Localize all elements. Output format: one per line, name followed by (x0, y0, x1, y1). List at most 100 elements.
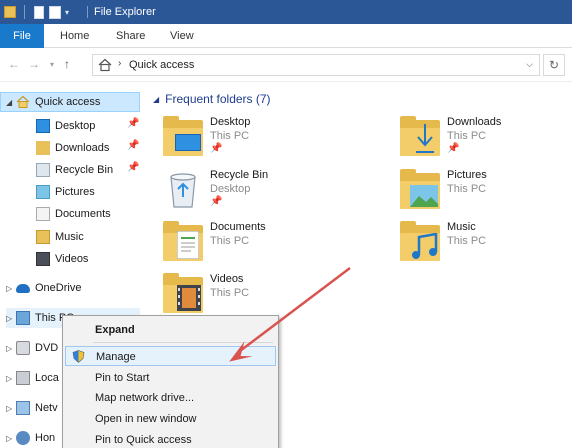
address-dropdown-icon[interactable]: ⌵ (526, 59, 533, 70)
folder-tile-music[interactable]: Music This PC (400, 219, 572, 267)
music-icon (36, 230, 50, 244)
up-arrow-icon[interactable]: ↑ (64, 57, 70, 71)
pin-icon: 📌 (447, 143, 460, 154)
folder-name: Desktop (210, 116, 251, 128)
navigation-bar: ← → ▾ ↑ › Quick access ⌵ ↻ (0, 48, 572, 82)
sidebar-item-network[interactable]: ▷ Netv (6, 398, 58, 418)
folder-name: Documents (210, 221, 266, 233)
sidebar-item-dvd[interactable]: ▷ DVD (6, 338, 58, 358)
collapse-chevron-icon[interactable]: ◢ (6, 98, 16, 107)
sidebar-item-label: Documents (55, 208, 111, 220)
sidebar-item-videos[interactable]: Videos (36, 249, 88, 269)
sidebar-item-desktop[interactable]: Desktop (36, 116, 95, 136)
expand-chevron-icon[interactable]: ▷ (6, 404, 16, 413)
sidebar-item-local-disk[interactable]: ▷ Loca (6, 368, 59, 388)
menu-item-manage[interactable]: Manage (65, 346, 276, 366)
documents-folder-icon (163, 221, 203, 261)
sidebar-item-pictures[interactable]: Pictures (36, 182, 95, 202)
folder-tile-desktop[interactable]: Desktop This PC 📌 (163, 114, 363, 162)
folder-tile-videos[interactable]: Videos This PC (163, 271, 363, 319)
folder-name: Pictures (447, 169, 487, 181)
downloads-icon (36, 141, 50, 155)
customize-quick-access-toolbar-icon[interactable]: ▾ (65, 6, 73, 19)
collapse-chevron-icon[interactable]: ◢ (153, 95, 159, 104)
breadcrumb[interactable]: Quick access (129, 59, 194, 71)
folder-tile-downloads[interactable]: Downloads This PC 📌 (400, 114, 572, 162)
menu-divider (93, 342, 273, 343)
tab-share[interactable]: Share (116, 24, 145, 48)
tab-file[interactable]: File (0, 24, 44, 48)
folder-name: Videos (210, 273, 244, 285)
new-document-icon[interactable] (34, 5, 44, 19)
expand-chevron-icon[interactable]: ▷ (6, 434, 16, 443)
title-bar: ▾ File Explorer (0, 0, 572, 24)
properties-icon[interactable] (49, 5, 61, 19)
sidebar-item-quick-access[interactable]: ◢ Quick access (0, 92, 140, 112)
menu-item-expand[interactable]: Expand (65, 320, 276, 340)
folder-name: Downloads (447, 116, 502, 128)
expand-chevron-icon[interactable]: ▷ (6, 344, 16, 353)
context-menu: Expand Manage Pin to Start Map network d… (62, 315, 279, 448)
ribbon-tabs: File Home Share View (0, 24, 572, 48)
uac-shield-icon (72, 350, 85, 363)
network-icon (16, 401, 30, 415)
sidebar-item-label: Videos (55, 253, 89, 265)
sidebar-item-label: Loca (35, 372, 59, 384)
pin-icon: 📌 (127, 118, 140, 129)
sidebar-item-recycle-bin[interactable]: Recycle Bin (36, 160, 113, 180)
section-title: Frequent folders (7) (165, 92, 271, 106)
pin-icon: 📌 (127, 140, 140, 151)
desktop-folder-icon (163, 116, 203, 156)
onedrive-cloud-icon (16, 283, 30, 293)
expand-chevron-icon[interactable]: ▷ (6, 374, 16, 383)
downloads-folder-icon (400, 116, 440, 156)
menu-item-map-network-drive[interactable]: Map network drive... (65, 388, 276, 408)
documents-icon (36, 207, 50, 221)
sidebar-item-documents[interactable]: Documents (36, 204, 111, 224)
expand-chevron-icon[interactable]: ▷ (6, 284, 16, 293)
tab-home[interactable]: Home (60, 24, 89, 48)
sidebar-item-label: Pictures (55, 186, 95, 198)
back-arrow-icon[interactable]: ← (8, 57, 20, 71)
menu-item-pin-to-quick-access[interactable]: Pin to Quick access (65, 430, 276, 448)
tab-view[interactable]: View (170, 24, 194, 48)
folder-location: This PC (210, 235, 250, 247)
recycle-bin-icon (170, 173, 196, 208)
sidebar-item-music[interactable]: Music (36, 227, 84, 247)
address-bar[interactable]: › Quick access ⌵ (92, 54, 540, 76)
titlebar-separator (24, 5, 25, 19)
breadcrumb-chevron-icon[interactable]: › (118, 58, 121, 69)
pin-icon: 📌 (127, 162, 140, 173)
folder-location: Desktop (210, 183, 251, 195)
sidebar-item-downloads[interactable]: Downloads (36, 138, 109, 158)
sidebar-item-label: Recycle Bin (55, 164, 114, 176)
pictures-folder-icon (400, 169, 440, 209)
folder-tile-documents[interactable]: Documents This PC (163, 219, 363, 267)
folder-name: Recycle Bin (210, 169, 269, 181)
folder-location: This PC (210, 287, 250, 299)
sidebar-item-homegroup[interactable]: ▷ Hon (6, 428, 55, 448)
expand-chevron-icon[interactable]: ▷ (6, 314, 16, 323)
pin-icon: 📌 (210, 196, 223, 207)
homegroup-icon (16, 431, 30, 445)
sidebar-item-label: Netv (35, 402, 58, 414)
sidebar-item-onedrive[interactable]: ▷ OneDrive (6, 278, 81, 298)
folder-location: This PC (447, 183, 487, 195)
folder-name: Music (447, 221, 476, 233)
home-icon (98, 58, 112, 72)
sidebar-item-label: Quick access (35, 96, 101, 108)
recent-locations-icon[interactable]: ▾ (50, 60, 54, 69)
forward-arrow-icon[interactable]: → (28, 57, 40, 71)
pictures-icon (36, 185, 50, 199)
recycle-bin-icon (36, 163, 50, 177)
sidebar-item-label: Hon (35, 432, 56, 444)
refresh-icon[interactable]: ↻ (543, 54, 565, 76)
computer-icon (16, 311, 30, 325)
menu-item-pin-to-start[interactable]: Pin to Start (65, 368, 276, 388)
folder-location: This PC (447, 130, 487, 142)
desktop-icon (36, 119, 50, 133)
folder-tile-pictures[interactable]: Pictures This PC (400, 167, 572, 215)
section-header[interactable]: ◢ Frequent folders (7) (153, 92, 271, 106)
menu-item-open-in-new-window[interactable]: Open in new window (65, 409, 276, 429)
folder-tile-recycle-bin[interactable]: Recycle Bin Desktop 📌 (163, 167, 363, 215)
